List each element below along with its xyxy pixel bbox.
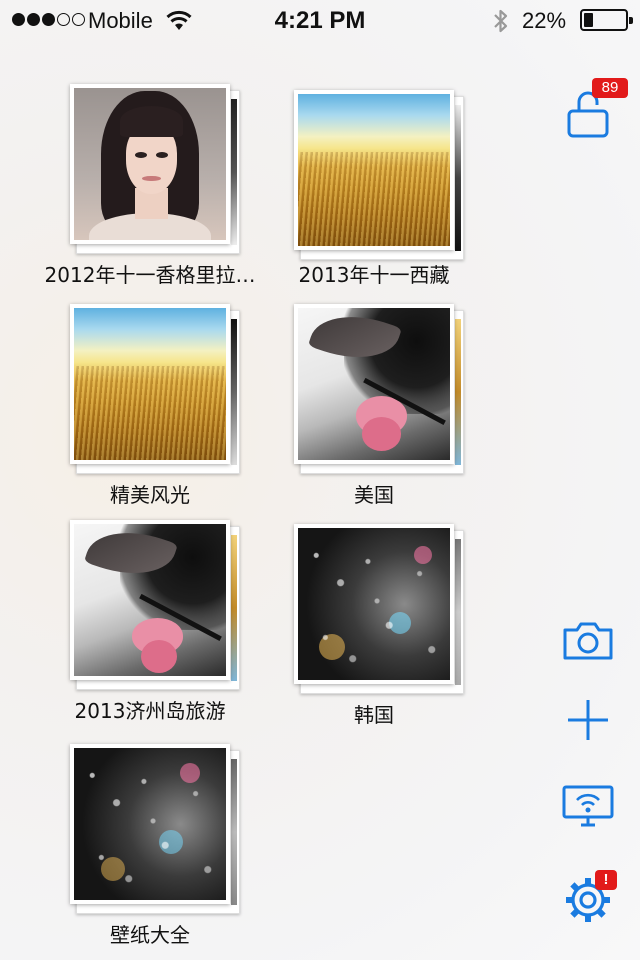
- album-cover-stack[interactable]: [294, 90, 464, 260]
- wifi-display-icon: [562, 785, 614, 827]
- album-cover-image: [74, 308, 226, 460]
- album-title: 壁纸大全: [110, 923, 190, 947]
- album-cover-stack[interactable]: [70, 520, 240, 690]
- album-cover-stack[interactable]: [294, 304, 464, 474]
- album-cover-stack[interactable]: [70, 744, 240, 914]
- add-album-button[interactable]: [558, 690, 618, 750]
- bluetooth-icon: [492, 8, 510, 39]
- album-title: 2013年十一西藏: [298, 263, 450, 287]
- album-cover-image: [74, 88, 226, 240]
- wifi-transfer-button[interactable]: [558, 776, 618, 836]
- lock-count-badge: 89: [592, 78, 628, 98]
- album-title: 精美风光: [110, 483, 190, 507]
- status-bar: Mobile 4:21 PM 22%: [0, 0, 640, 40]
- battery-icon: [580, 9, 633, 31]
- album-title: 2013济州岛旅游: [74, 699, 226, 723]
- camera-icon: [563, 622, 613, 660]
- album-title: 韩国: [354, 703, 394, 727]
- album-title: 美国: [354, 483, 394, 507]
- album-cover-image: [74, 524, 226, 676]
- album-cover-stack[interactable]: [294, 524, 464, 694]
- album-cover-image: [298, 528, 450, 680]
- album-cover-image: [298, 94, 450, 246]
- album-cover-stack[interactable]: [70, 84, 240, 254]
- camera-button[interactable]: [558, 610, 618, 670]
- album-cover-image: [74, 748, 226, 900]
- battery-fill: [584, 13, 593, 27]
- battery-percent: 22%: [522, 8, 567, 33]
- album-title: 2012年十一香格里拉…: [44, 263, 256, 287]
- plus-icon: [568, 700, 608, 740]
- settings-alert-badge: !: [595, 870, 617, 890]
- album-cover-image: [298, 308, 450, 460]
- album-cover-stack[interactable]: [70, 304, 240, 474]
